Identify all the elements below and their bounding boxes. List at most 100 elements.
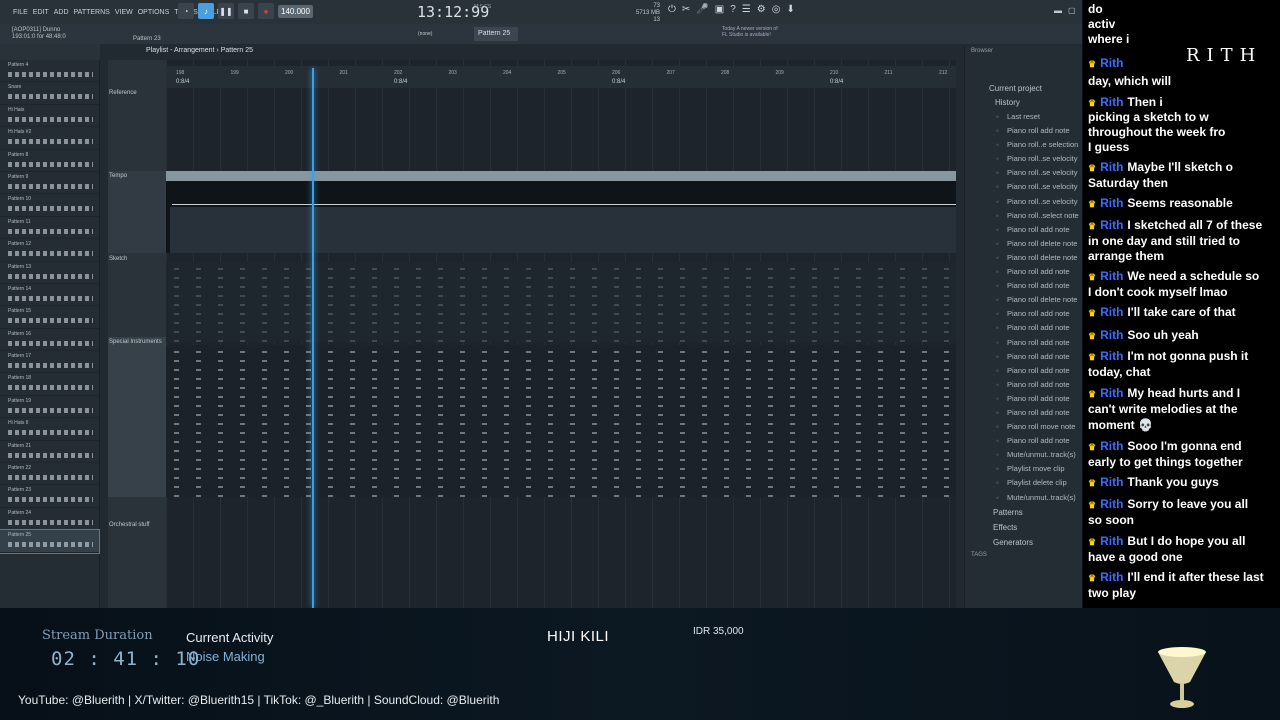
mic-icon[interactable]: 🎤 (696, 4, 708, 15)
history-item[interactable]: Piano roll add note (965, 378, 1082, 392)
chat-username[interactable]: Rith (1100, 160, 1123, 174)
menu-options[interactable]: OPTIONS (138, 9, 170, 16)
pattern-song-toggle[interactable]: ♪ (198, 3, 214, 19)
pattern-item[interactable]: Hi Hats II (0, 418, 99, 441)
pattern-item[interactable]: Pattern 23 (0, 485, 99, 508)
track-sketch[interactable]: Sketch (108, 254, 166, 334)
menu-file[interactable]: FILE (13, 9, 28, 16)
pattern-item[interactable]: Hi Hats #2 (0, 127, 99, 150)
pattern-item[interactable]: Pattern 12 (0, 239, 99, 262)
pattern-item[interactable]: Pattern 22 (0, 463, 99, 486)
pattern-item[interactable]: Pattern 14 (0, 284, 99, 307)
track-reference[interactable]: Reference (108, 88, 166, 98)
tempo-display[interactable]: 140.000 (278, 4, 313, 18)
plugin-icon[interactable]: ⚙ (757, 4, 766, 15)
history-item[interactable]: Last reset (965, 110, 1082, 124)
history-item[interactable]: Piano roll move note (965, 420, 1082, 434)
menu-add[interactable]: ADD (54, 9, 69, 16)
help-icon[interactable]: ? (730, 4, 736, 15)
pattern-item[interactable]: Pattern 25 (0, 529, 100, 554)
current-project[interactable]: Current project (965, 82, 1082, 96)
chat-username[interactable]: Rith (1100, 439, 1123, 453)
history-item[interactable]: Piano roll add note (965, 307, 1082, 321)
pattern-item[interactable]: Pattern 9 (0, 172, 99, 195)
tempo-automation-clip[interactable] (166, 171, 956, 253)
history-item[interactable]: Piano roll add note (965, 364, 1082, 378)
history-item[interactable]: Piano roll delete note (965, 237, 1082, 251)
effects-folder[interactable]: Effects (965, 520, 1082, 535)
history-item[interactable]: Piano roll add note (965, 124, 1082, 138)
menu-patterns[interactable]: PATTERNS (74, 9, 110, 16)
menu-view[interactable]: VIEW (115, 9, 133, 16)
history-item[interactable]: Piano roll add note (965, 350, 1082, 364)
pattern-item[interactable]: Pattern 18 (0, 373, 99, 396)
menu-edit[interactable]: EDIT (33, 9, 49, 16)
track-tempo[interactable]: Tempo (108, 171, 166, 253)
pattern-selector[interactable]: Pattern 25 (474, 27, 518, 41)
chat-username[interactable]: Rith (1100, 218, 1123, 232)
download-icon[interactable]: ⬇ (786, 4, 794, 15)
pause-button[interactable]: ❚❚ (218, 3, 234, 19)
track-orchestral[interactable]: Orchestral stuff (108, 520, 166, 530)
chat-username[interactable]: Rith (1100, 534, 1123, 548)
history-item[interactable]: Piano roll..se velocity (965, 166, 1082, 180)
chat-username[interactable]: Rith (1100, 305, 1123, 319)
history-item[interactable]: Piano roll..select note (965, 209, 1082, 223)
history-item[interactable]: Piano roll..se velocity (965, 195, 1082, 209)
history-folder[interactable]: History (965, 96, 1082, 110)
chat-username[interactable]: Rith (1100, 475, 1123, 489)
chat-icon[interactable]: ◎ (772, 4, 781, 15)
history-item[interactable]: Piano roll add note (965, 279, 1082, 293)
chat-username[interactable]: Rith (1100, 570, 1123, 584)
history-item[interactable]: Piano roll add note (965, 434, 1082, 448)
history-item[interactable]: Piano roll add note (965, 321, 1082, 335)
history-item[interactable]: Piano roll delete note (965, 293, 1082, 307)
history-item[interactable]: Piano roll add note (965, 265, 1082, 279)
pattern-item[interactable]: Pattern 16 (0, 329, 99, 352)
chat-username[interactable]: Rith (1100, 328, 1123, 342)
generators-folder[interactable]: Generators (965, 535, 1082, 550)
special-instruments-clip[interactable] (166, 345, 956, 497)
news-panel[interactable]: Today A newer version of FL Studio is av… (722, 26, 778, 38)
pattern-item[interactable]: Pattern 19 (0, 396, 99, 419)
pattern-item[interactable]: Pattern 17 (0, 351, 99, 374)
chat-username[interactable]: Rith (1100, 196, 1123, 210)
pattern-item[interactable]: Snare (0, 82, 99, 105)
power-icon[interactable]: ⏻ (668, 4, 676, 15)
patterns-folder[interactable]: Patterns (965, 505, 1082, 520)
pattern-item[interactable]: Pattern 13 (0, 262, 99, 284)
chat-username[interactable]: Rith (1100, 349, 1123, 363)
history-item[interactable]: Mute/unmut..track(s) (965, 491, 1082, 505)
chat-username[interactable]: Rith (1100, 95, 1123, 109)
history-item[interactable]: Piano roll add note (965, 223, 1082, 237)
history-item[interactable]: Piano roll delete note (965, 251, 1082, 265)
maximize-icon[interactable]: ▢ (1068, 6, 1076, 15)
mixer-icon[interactable]: ☰ (742, 4, 751, 15)
pattern-item[interactable]: Hi Hats (0, 105, 99, 128)
chat-username[interactable]: Rith (1100, 269, 1123, 283)
chat-username[interactable]: Rith (1100, 497, 1123, 511)
history-item[interactable]: Piano roll add note (965, 336, 1082, 350)
pattern-item[interactable]: Pattern 15 (0, 306, 99, 329)
minimize-icon[interactable]: ▬ (1054, 6, 1062, 15)
history-item[interactable]: Mute/unmut..track(s) (965, 448, 1082, 462)
pattern-item[interactable]: Pattern 24 (0, 508, 99, 531)
playhead[interactable] (312, 68, 314, 608)
pattern-item[interactable]: Pattern 4 (0, 60, 99, 83)
sketch-pattern-clip[interactable] (166, 262, 956, 342)
record-button[interactable]: ● (258, 3, 274, 19)
chat-username[interactable]: Rith (1100, 386, 1123, 400)
history-item[interactable]: Piano roll..se velocity (965, 152, 1082, 166)
pattern-item[interactable]: Pattern 10 (0, 194, 99, 217)
history-item[interactable]: Piano roll..se velocity (965, 180, 1082, 194)
timeline-ruler[interactable]: 198 199 200 201 202 203 204 205 206 207 208 209 210 2… (166, 66, 956, 88)
history-item[interactable]: Piano roll..e selection (965, 138, 1082, 152)
history-item[interactable]: Playlist move clip (965, 462, 1082, 476)
pattern-item[interactable]: Pattern 8 (0, 150, 99, 172)
pattern-item[interactable]: Pattern 21 (0, 441, 99, 464)
stop-button[interactable]: ■ (238, 3, 254, 19)
history-item[interactable]: Piano roll add note (965, 392, 1082, 406)
history-item[interactable]: Piano roll add note (965, 406, 1082, 420)
track-special[interactable]: Special Instruments (108, 337, 166, 497)
metronome-icon[interactable]: ◔ (178, 3, 194, 19)
